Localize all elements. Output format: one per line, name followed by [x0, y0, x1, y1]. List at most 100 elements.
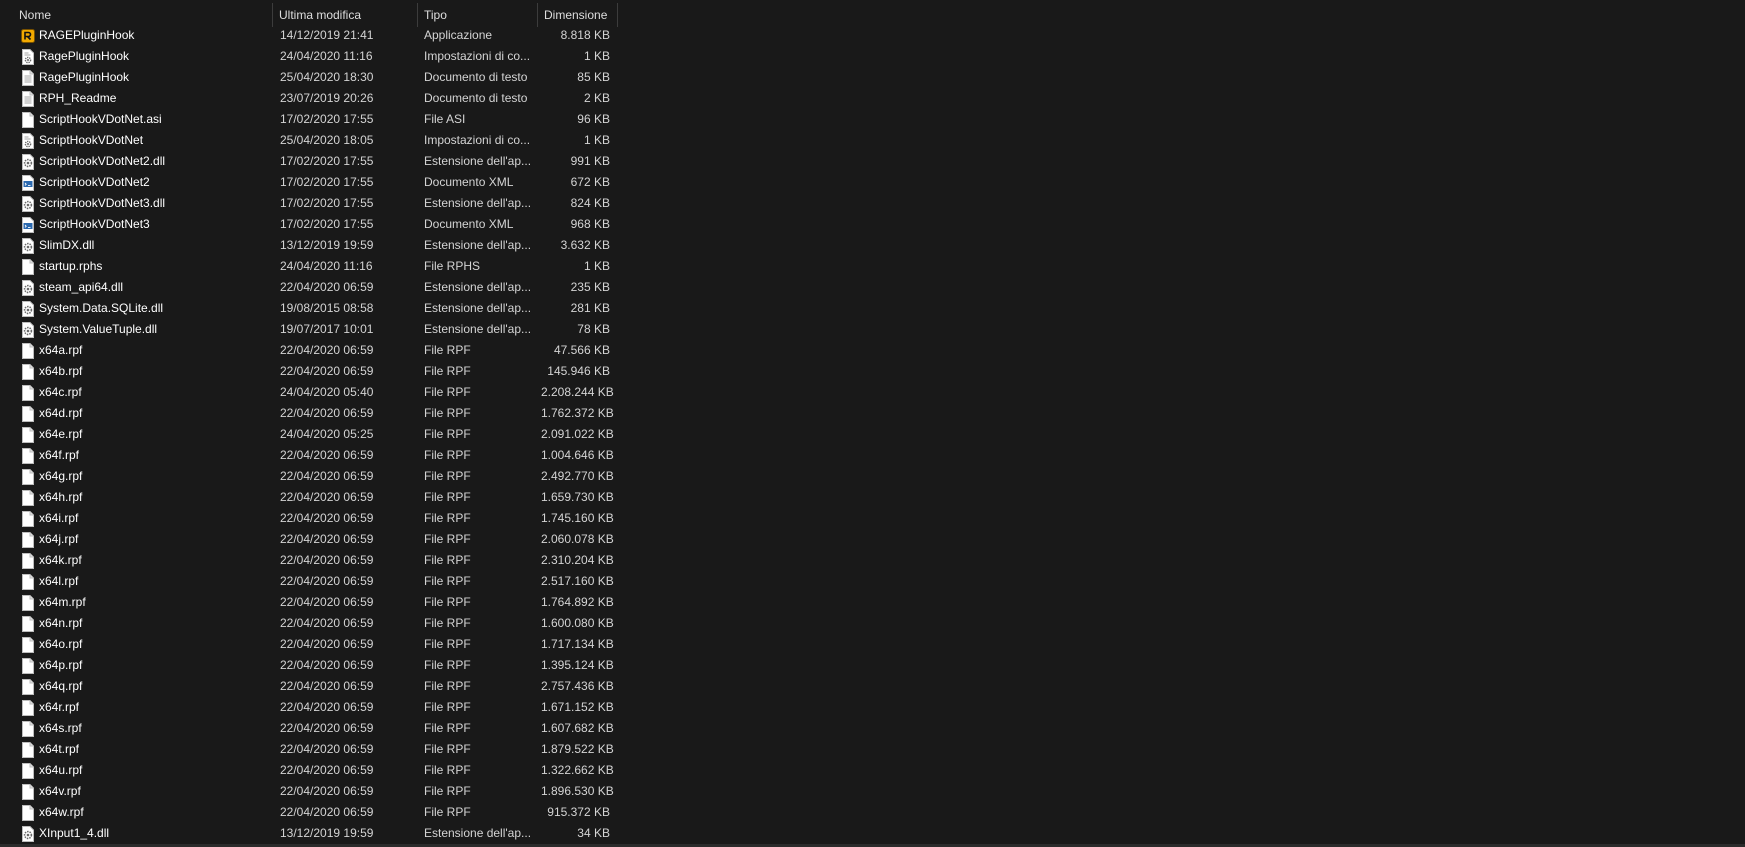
file-row[interactable]: RagePluginHook 25/04/2020 18:30 Documento …	[0, 67, 620, 88]
file-row[interactable]: x64f.rpf 22/04/2020 06:59 File RPF 1.004.64…	[0, 445, 620, 466]
file-name: x64j.rpf	[39, 532, 79, 546]
file-row[interactable]: x64m.rpf 22/04/2020 06:59 File RPF 1.764.89…	[0, 592, 620, 613]
blank-file-icon	[21, 448, 35, 464]
file-row[interactable]: SlimDX.dll 13/12/2019 19:59 Estensione del…	[0, 235, 620, 256]
file-row[interactable]: x64k.rpf 22/04/2020 06:59 File RPF 2.310.20…	[0, 550, 620, 571]
file-size: 915.372 KB	[547, 805, 610, 819]
file-size: 1.004.646 KB	[541, 448, 614, 462]
file-row[interactable]: System.Data.SQLite.dll 19/08/2015 08:58 Es…	[0, 298, 620, 319]
file-size: 1.764.892 KB	[541, 595, 614, 609]
file-size: 1.659.730 KB	[541, 490, 614, 504]
file-type: File ASI	[424, 112, 466, 126]
file-size: 991 KB	[570, 154, 610, 168]
file-type: Impostazioni di co...	[424, 133, 531, 147]
file-name: ScriptHookVDotNet2.dll	[39, 154, 166, 168]
file-modified-date: 22/04/2020 06:59	[280, 532, 374, 546]
file-size: 1.322.662 KB	[541, 763, 614, 777]
file-modified-date: 19/07/2017 10:01	[280, 322, 374, 336]
file-row[interactable]: x64l.rpf 22/04/2020 06:59 File RPF 2.517.16…	[0, 571, 620, 592]
file-name: x64g.rpf	[39, 469, 83, 483]
file-size: 1.395.124 KB	[541, 658, 614, 672]
file-row[interactable]: x64p.rpf 22/04/2020 06:59 File RPF 1.395.12…	[0, 655, 620, 676]
file-row[interactable]: ScriptHookVDotNet.asi 17/02/2020 17:55 Fil…	[0, 109, 620, 130]
file-name: x64k.rpf	[39, 553, 82, 567]
file-type: Documento di testo	[424, 91, 528, 105]
file-name: x64w.rpf	[39, 805, 84, 819]
file-row[interactable]: x64i.rpf 22/04/2020 06:59 File RPF 1.745.16…	[0, 508, 620, 529]
file-modified-date: 22/04/2020 06:59	[280, 280, 374, 294]
file-type: Impostazioni di co...	[424, 49, 531, 63]
file-size: 281 KB	[570, 301, 610, 315]
blank-file-icon	[21, 112, 35, 128]
blank-file-icon	[21, 721, 35, 737]
file-row[interactable]: x64n.rpf 22/04/2020 06:59 File RPF 1.600.08…	[0, 613, 620, 634]
file-type: Applicazione	[424, 28, 493, 42]
file-type: Estensione dell'ap...	[424, 826, 532, 840]
file-type: Documento XML	[424, 217, 514, 231]
file-row[interactable]: x64v.rpf 22/04/2020 06:59 File RPF 1.896.53…	[0, 781, 620, 802]
file-row[interactable]: x64h.rpf 22/04/2020 06:59 File RPF 1.659.73…	[0, 487, 620, 508]
file-row[interactable]: steam_api64.dll 22/04/2020 06:59 Estension…	[0, 277, 620, 298]
file-row[interactable]: startup.rphs 24/04/2020 11:16 File RPHS 1 K…	[0, 256, 620, 277]
blank-file-icon	[21, 574, 35, 590]
file-row[interactable]: x64r.rpf 22/04/2020 06:59 File RPF 1.671.15…	[0, 697, 620, 718]
file-row[interactable]: RPH_Readme 23/07/2019 20:26 Documento di t…	[0, 88, 620, 109]
file-modified-date: 17/02/2020 17:55	[280, 196, 374, 210]
file-row[interactable]: x64g.rpf 22/04/2020 06:59 File RPF 2.492.77…	[0, 466, 620, 487]
file-row[interactable]: x64d.rpf 22/04/2020 06:59 File RPF 1.762.37…	[0, 403, 620, 424]
file-name: x64q.rpf	[39, 679, 83, 693]
file-size: 2.757.436 KB	[541, 679, 614, 693]
blank-file-icon	[21, 364, 35, 380]
dll-file-icon	[21, 154, 35, 170]
file-name: x64r.rpf	[39, 700, 80, 714]
file-row[interactable]: x64o.rpf 22/04/2020 06:59 File RPF 1.717.13…	[0, 634, 620, 655]
file-name: RPH_Readme	[39, 91, 117, 105]
file-row[interactable]: ScriptHookVDotNet2 17/02/2020 17:55 Docume…	[0, 172, 620, 193]
file-row[interactable]: x64q.rpf 22/04/2020 06:59 File RPF 2.757.43…	[0, 676, 620, 697]
file-modified-date: 24/04/2020 05:25	[280, 427, 374, 441]
file-type: File RPF	[424, 364, 471, 378]
file-modified-date: 22/04/2020 06:59	[280, 679, 374, 693]
file-name: x64d.rpf	[39, 406, 83, 420]
file-modified-date: 22/04/2020 06:59	[280, 742, 374, 756]
file-name: x64a.rpf	[39, 343, 83, 357]
blank-file-icon	[21, 595, 35, 611]
file-modified-date: 22/04/2020 06:59	[280, 763, 374, 777]
blank-file-icon	[21, 763, 35, 779]
file-type: File RPF	[424, 637, 471, 651]
file-modified-date: 23/07/2019 20:26	[280, 91, 374, 105]
file-modified-date: 24/04/2020 11:16	[280, 49, 373, 63]
file-row[interactable]: x64t.rpf 22/04/2020 06:59 File RPF 1.879.52…	[0, 739, 620, 760]
column-header-type-label: Tipo	[424, 8, 447, 22]
file-size: 2 KB	[583, 91, 610, 105]
file-row[interactable]: x64c.rpf 24/04/2020 05:40 File RPF 2.208.24…	[0, 382, 620, 403]
blank-file-icon	[21, 343, 35, 359]
file-type: Estensione dell'ap...	[424, 196, 532, 210]
dll-file-icon	[21, 238, 35, 254]
file-size: 8.818 KB	[560, 28, 610, 42]
file-row[interactable]: XInput1_4.dll 13/12/2019 19:59 Estensione …	[0, 823, 620, 844]
file-row[interactable]: ScriptHookVDotNet3 17/02/2020 17:55 Docume…	[0, 214, 620, 235]
file-row[interactable]: RAGEPluginHook 14/12/2019 21:41 Applicazio…	[0, 25, 620, 46]
blank-file-icon	[21, 490, 35, 506]
file-row[interactable]: System.ValueTuple.dll 19/07/2017 10:01 Est…	[0, 319, 620, 340]
file-row[interactable]: x64e.rpf 24/04/2020 05:25 File RPF 2.091.02…	[0, 424, 620, 445]
file-type: File RPF	[424, 427, 471, 441]
file-size: 2.208.244 KB	[541, 385, 614, 399]
file-size: 2.517.160 KB	[541, 574, 614, 588]
file-row[interactable]: x64u.rpf 22/04/2020 06:59 File RPF 1.322.66…	[0, 760, 620, 781]
file-row[interactable]: x64a.rpf 22/04/2020 06:59 File RPF 47.566 K…	[0, 340, 620, 361]
file-row[interactable]: x64j.rpf 22/04/2020 06:59 File RPF 2.060.07…	[0, 529, 620, 550]
file-row[interactable]: x64s.rpf 22/04/2020 06:59 File RPF 1.607.68…	[0, 718, 620, 739]
file-modified-date: 24/04/2020 11:16	[280, 259, 373, 273]
file-size: 1.671.152 KB	[541, 700, 614, 714]
file-row[interactable]: ScriptHookVDotNet3.dll 17/02/2020 17:55 Es…	[0, 193, 620, 214]
file-row[interactable]: ScriptHookVDotNet 25/04/2020 18:05 Imposta…	[0, 130, 620, 151]
file-row[interactable]: RagePluginHook 24/04/2020 11:16 Impostazio…	[0, 46, 620, 67]
file-type: File RPF	[424, 700, 471, 714]
file-row[interactable]: ScriptHookVDotNet2.dll 17/02/2020 17:55 Es…	[0, 151, 620, 172]
file-row[interactable]: x64b.rpf 22/04/2020 06:59 File RPF 145.946 …	[0, 361, 620, 382]
file-modified-date: 22/04/2020 06:59	[280, 637, 374, 651]
file-name: System.Data.SQLite.dll	[39, 301, 164, 315]
file-row[interactable]: x64w.rpf 22/04/2020 06:59 File RPF 915.372 …	[0, 802, 620, 823]
